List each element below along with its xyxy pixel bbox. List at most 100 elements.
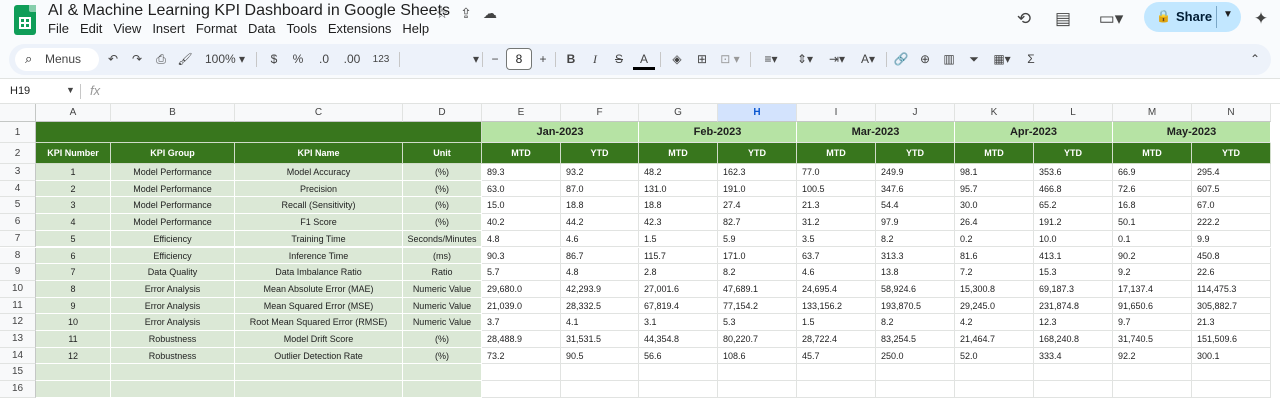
column-header-d[interactable]: D xyxy=(403,104,482,122)
insert-chart-icon[interactable]: ▥ xyxy=(939,49,959,70)
empty-cell[interactable] xyxy=(797,364,876,382)
empty-cell[interactable] xyxy=(955,381,1034,398)
value-cell[interactable]: 65.2 xyxy=(1034,197,1113,215)
value-cell[interactable]: 16.8 xyxy=(1113,197,1192,215)
value-cell[interactable]: 222.2 xyxy=(1192,214,1271,231)
empty-cell[interactable] xyxy=(235,364,403,382)
value-cell[interactable]: 5.9 xyxy=(718,230,797,248)
unit-cell[interactable]: Numeric Value xyxy=(403,314,482,331)
column-header-n[interactable]: N xyxy=(1192,104,1271,122)
kpi-name-cell[interactable]: Outlier Detection Rate xyxy=(235,347,403,365)
menu-extensions[interactable]: Extensions xyxy=(328,21,398,36)
value-cell[interactable]: 82.7 xyxy=(718,214,797,231)
name-box[interactable]: H19 xyxy=(10,85,30,97)
value-cell[interactable]: 22.6 xyxy=(1192,264,1271,281)
value-cell[interactable]: 21.3 xyxy=(797,197,876,215)
font-size-input[interactable]: 8 xyxy=(506,48,532,70)
sheets-logo-icon[interactable] xyxy=(14,5,36,35)
text-wrapping-icon[interactable]: ⇥▾ xyxy=(823,49,851,70)
value-cell[interactable]: 3.1 xyxy=(639,314,718,331)
empty-cell[interactable] xyxy=(482,364,561,382)
decrease-decimal-button[interactable]: .0 xyxy=(313,49,335,70)
value-cell[interactable]: 40.2 xyxy=(482,214,561,231)
value-cell[interactable]: 12.3 xyxy=(1034,314,1113,331)
value-cell[interactable]: 313.3 xyxy=(876,247,955,265)
kpi-name-cell[interactable]: Root Mean Squared Error (RMSE) xyxy=(235,314,403,331)
value-cell[interactable]: 66.9 xyxy=(1113,164,1192,181)
empty-cell[interactable] xyxy=(1192,364,1271,382)
value-cell[interactable]: 305,882.7 xyxy=(1192,297,1271,315)
value-cell[interactable]: 5.3 xyxy=(718,314,797,331)
mtd-header[interactable]: MTD xyxy=(797,143,876,164)
value-cell[interactable]: 231,874.8 xyxy=(1034,297,1113,315)
value-cell[interactable]: 347.6 xyxy=(876,180,955,198)
kpi-number-cell[interactable]: 2 xyxy=(36,180,111,198)
value-cell[interactable]: 466.8 xyxy=(1034,180,1113,198)
value-cell[interactable]: 18.8 xyxy=(561,197,639,215)
value-cell[interactable]: 108.6 xyxy=(718,347,797,365)
document-title[interactable]: AI & Machine Learning KPI Dashboard in G… xyxy=(48,2,450,20)
gemini-spark-icon[interactable]: ✦ xyxy=(1250,8,1272,30)
filter-views-icon[interactable]: ▦▾ xyxy=(987,49,1017,70)
value-cell[interactable]: 21.3 xyxy=(1192,314,1271,331)
redo-icon[interactable]: ↷ xyxy=(127,49,147,70)
value-cell[interactable]: 115.7 xyxy=(639,247,718,265)
percent-format-button[interactable]: % xyxy=(289,49,307,70)
value-cell[interactable]: 168,240.8 xyxy=(1034,331,1113,348)
empty-cell[interactable] xyxy=(718,381,797,398)
kpi-table-header[interactable]: KPI Number xyxy=(36,143,111,164)
empty-cell[interactable] xyxy=(1034,381,1113,398)
row-header-15[interactable]: 15 xyxy=(0,364,36,382)
empty-cell[interactable] xyxy=(955,364,1034,382)
value-cell[interactable]: 9.2 xyxy=(1113,264,1192,281)
currency-format-button[interactable]: $ xyxy=(265,49,283,70)
row-header-7[interactable]: 7 xyxy=(0,230,36,248)
value-cell[interactable]: 86.7 xyxy=(561,247,639,265)
menu-file[interactable]: File xyxy=(48,21,75,36)
value-cell[interactable]: 0.1 xyxy=(1113,230,1192,248)
fill-color-icon[interactable]: ◈ xyxy=(667,49,687,70)
kpi-group-cell[interactable]: Model Performance xyxy=(111,214,235,231)
value-cell[interactable]: 15.0 xyxy=(482,197,561,215)
kpi-name-cell[interactable]: Model Drift Score xyxy=(235,331,403,348)
kpi-name-cell[interactable]: Precision xyxy=(235,180,403,198)
print-icon[interactable]: ⎙ xyxy=(151,49,171,70)
month-header[interactable]: May-2023 xyxy=(1113,122,1271,143)
value-cell[interactable]: 30.0 xyxy=(955,197,1034,215)
cloud-saved-icon[interactable]: ☁ xyxy=(481,4,499,22)
empty-cell[interactable] xyxy=(235,381,403,398)
value-cell[interactable]: 191.2 xyxy=(1034,214,1113,231)
empty-cell[interactable] xyxy=(876,364,955,382)
column-header-h[interactable]: H xyxy=(718,104,797,122)
value-cell[interactable]: 15.3 xyxy=(1034,264,1113,281)
month-header[interactable]: Apr-2023 xyxy=(955,122,1113,143)
menu-insert[interactable]: Insert xyxy=(152,21,191,36)
empty-cell[interactable] xyxy=(561,381,639,398)
value-cell[interactable]: 7.2 xyxy=(955,264,1034,281)
value-cell[interactable]: 300.1 xyxy=(1192,347,1271,365)
kpi-number-cell[interactable]: 9 xyxy=(36,297,111,315)
value-cell[interactable]: 21,039.0 xyxy=(482,297,561,315)
menu-tools[interactable]: Tools xyxy=(286,21,322,36)
menu-help[interactable]: Help xyxy=(402,21,435,36)
increase-decimal-button[interactable]: .00 xyxy=(339,49,365,70)
kpi-group-cell[interactable]: Error Analysis xyxy=(111,297,235,315)
value-cell[interactable]: 63.0 xyxy=(482,180,561,198)
value-cell[interactable]: 93.2 xyxy=(561,164,639,181)
history-icon[interactable]: ⟲ xyxy=(1013,8,1035,30)
empty-cell[interactable] xyxy=(482,381,561,398)
value-cell[interactable]: 48.2 xyxy=(639,164,718,181)
value-cell[interactable]: 44.2 xyxy=(561,214,639,231)
value-cell[interactable]: 4.8 xyxy=(482,230,561,248)
column-header-j[interactable]: J xyxy=(876,104,955,122)
kpi-table-header[interactable]: KPI Group xyxy=(111,143,235,164)
insert-comment-icon[interactable]: ⊕ xyxy=(915,49,935,70)
row-header-5[interactable]: 5 xyxy=(0,197,36,215)
star-icon[interactable]: ☆ xyxy=(433,4,451,22)
decrease-font-size-button[interactable]: − xyxy=(487,49,503,70)
value-cell[interactable]: 13.8 xyxy=(876,264,955,281)
empty-cell[interactable] xyxy=(561,364,639,382)
mtd-header[interactable]: MTD xyxy=(955,143,1034,164)
kpi-number-cell[interactable]: 6 xyxy=(36,247,111,265)
value-cell[interactable]: 171.0 xyxy=(718,247,797,265)
